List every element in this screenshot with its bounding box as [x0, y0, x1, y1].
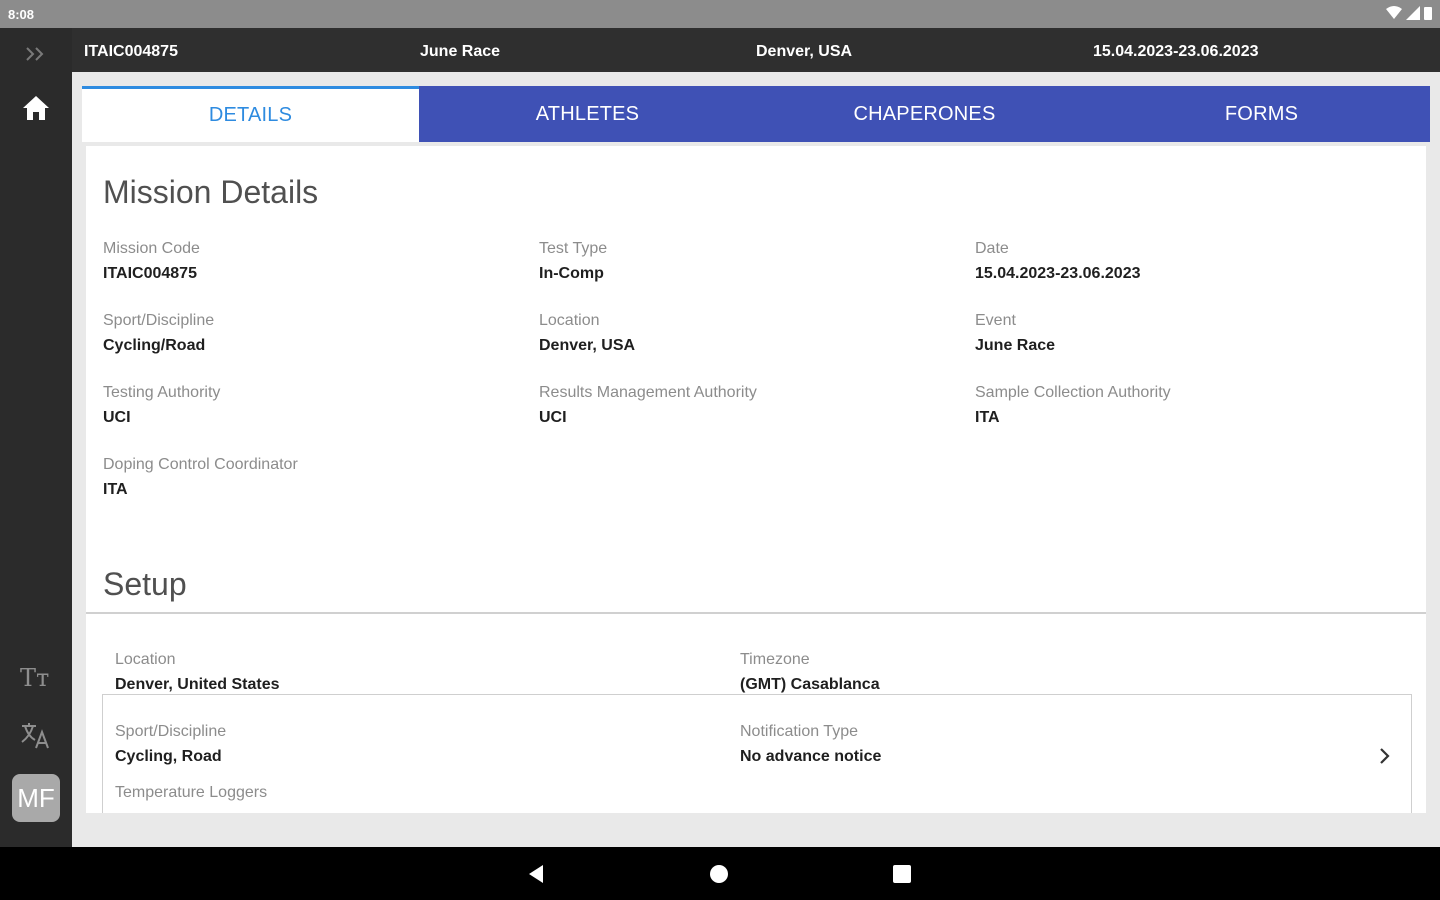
field-label: Notification Type: [740, 723, 858, 740]
field-label: Sport/Discipline: [103, 312, 215, 329]
main-content: DETAILS ATHLETES CHAPERONES FORMS Missio…: [72, 72, 1440, 847]
field-value: In-Comp: [539, 265, 604, 282]
field-value: UCI: [539, 409, 567, 426]
field-value: Denver, USA: [539, 337, 636, 354]
field-label: Event: [975, 312, 1016, 329]
field-value: (GMT) Casablanca: [740, 676, 880, 693]
navigation-rail: Tт MF: [0, 28, 72, 847]
mission-header: ITAIC004875 June Race Denver, USA 15.04.…: [72, 28, 1440, 72]
section-divider: [86, 612, 1426, 614]
field-label: Doping Control Coordinator: [103, 456, 298, 473]
header-location: Denver, USA: [756, 43, 853, 60]
header-mission-code: ITAIC004875: [84, 43, 178, 60]
back-icon[interactable]: [525, 863, 547, 885]
field-label: Test Type: [539, 240, 608, 257]
header-dates: 15.04.2023-23.06.2023: [1093, 43, 1259, 60]
home-icon[interactable]: [20, 92, 52, 124]
field-value: UCI: [103, 409, 131, 426]
wifi-icon: [1386, 6, 1402, 19]
chevron-right-icon[interactable]: [1374, 746, 1394, 766]
field-label: Timezone: [740, 651, 810, 668]
setup-title: Setup: [103, 566, 187, 602]
status-time: 8:08: [8, 7, 35, 22]
field-label: Mission Code: [103, 240, 200, 257]
text-size-icon[interactable]: Tт: [20, 664, 50, 694]
field-value: Denver, United States: [115, 676, 280, 693]
mission-details-title: Mission Details: [103, 174, 319, 210]
user-avatar[interactable]: MF: [12, 774, 60, 822]
tab-details[interactable]: DETAILS: [82, 86, 419, 142]
tab-forms[interactable]: FORMS: [1093, 86, 1430, 142]
field-value: ITA: [975, 409, 1000, 426]
system-navigation-bar: [0, 847, 1440, 900]
field-value: Cycling/Road: [103, 337, 206, 354]
status-bar: 8:08: [0, 0, 1440, 28]
system-icons: [1386, 6, 1432, 20]
field-value: ITA: [103, 481, 128, 498]
tab-athletes[interactable]: ATHLETES: [419, 86, 756, 142]
home-circle-icon[interactable]: [710, 865, 728, 883]
translate-icon[interactable]: [18, 718, 52, 752]
signal-icon: [1406, 6, 1420, 20]
field-label: Sport/Discipline: [115, 723, 227, 740]
field-label: Testing Authority: [103, 384, 221, 401]
field-label: Results Management Authority: [539, 384, 757, 401]
field-value: June Race: [975, 337, 1056, 354]
tab-chaperones[interactable]: CHAPERONES: [756, 86, 1093, 142]
field-label: Location: [539, 312, 600, 329]
field-label: Temperature Loggers: [115, 784, 268, 801]
field-value: 15.04.2023-23.06.2023: [975, 265, 1141, 282]
field-label: Sample Collection Authority: [975, 384, 1171, 401]
field-value: ITAIC004875: [103, 265, 197, 282]
details-card[interactable]: Mission Details Mission Code ITAIC004875…: [86, 146, 1426, 813]
field-label: Date: [975, 240, 1009, 257]
field-value: Cycling, Road: [115, 748, 222, 765]
header-event: June Race: [420, 43, 501, 60]
field-value: No advance notice: [740, 748, 882, 765]
field-label: Location: [115, 651, 176, 668]
tab-bar: DETAILS ATHLETES CHAPERONES FORMS: [82, 86, 1430, 142]
expand-rail-icon[interactable]: [22, 40, 50, 68]
battery-icon: [1424, 7, 1432, 20]
recent-apps-icon[interactable]: [893, 865, 911, 883]
